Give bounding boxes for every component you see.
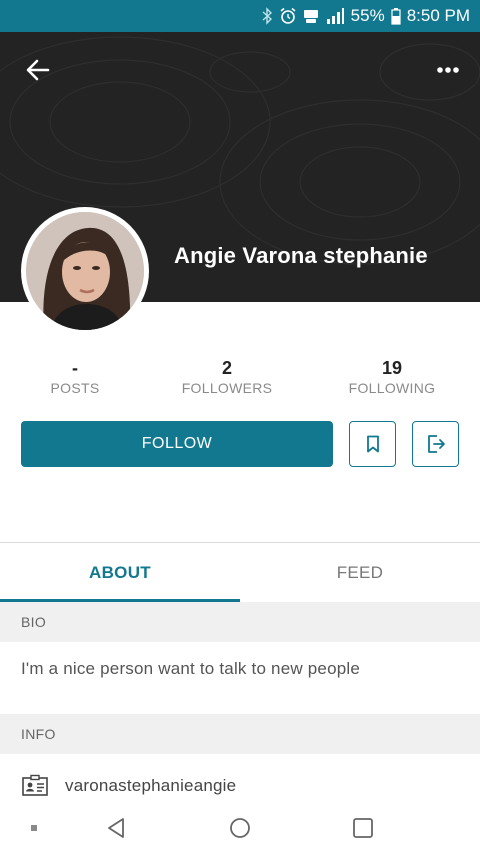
more-options-button[interactable]: [432, 54, 464, 86]
share-exit-icon: [427, 435, 445, 453]
battery-percent: 55%: [350, 6, 385, 25]
alarm-icon: [279, 7, 297, 25]
tab-feed[interactable]: FEED: [240, 543, 480, 602]
stat-posts[interactable]: - POSTS: [5, 357, 145, 396]
more-horizontal-icon: [437, 67, 459, 73]
id-card-icon: [22, 774, 48, 796]
info-username: varonastephanieangie: [65, 776, 237, 795]
bio-text: I'm a nice person want to talk to new pe…: [21, 659, 361, 678]
back-triangle-icon: [108, 818, 124, 838]
battery-icon: [391, 7, 401, 25]
status-bar: 55% 8:50 PM: [0, 0, 480, 32]
follow-button[interactable]: FOLLOW: [21, 421, 333, 467]
nav-recents-button[interactable]: [343, 812, 383, 844]
menu-dot-icon: [31, 825, 37, 831]
arrow-left-icon: [26, 59, 50, 81]
profile-stats: - POSTS 2 FOLLOWERS 19 FOLLOWING: [0, 357, 480, 401]
home-circle-icon: [230, 818, 250, 838]
stat-label: POSTS: [50, 380, 100, 396]
avatar[interactable]: [21, 207, 149, 335]
bookmark-icon: [366, 435, 379, 453]
stat-value: -: [72, 358, 78, 378]
info-section-header: INFO: [0, 714, 480, 754]
share-button[interactable]: [412, 421, 459, 467]
stat-label: FOLLOWING: [348, 380, 436, 396]
stat-following[interactable]: 19 FOLLOWING: [322, 357, 462, 396]
profile-tabs: ABOUT FEED: [0, 543, 480, 602]
bio-section-header: BIO: [0, 602, 480, 642]
profile-name: Angie Varona stephanie: [174, 243, 428, 268]
clock: 8:50 PM: [406, 6, 470, 25]
recents-square-icon: [353, 818, 373, 838]
info-username-row: varonastephanieangie: [21, 774, 236, 798]
bookmark-button[interactable]: [349, 421, 396, 467]
signal-icon: [325, 7, 345, 25]
stat-value: 2: [221, 358, 232, 378]
lte-icon: [303, 7, 319, 25]
stat-label: FOLLOWERS: [181, 380, 273, 396]
nav-back-button[interactable]: [96, 812, 136, 844]
stat-followers[interactable]: 2 FOLLOWERS: [157, 357, 297, 396]
system-nav-bar: [0, 804, 480, 852]
nav-home-button[interactable]: [220, 812, 260, 844]
back-button[interactable]: [22, 54, 54, 86]
stat-value: 19: [381, 358, 403, 378]
avatar-photo: [26, 212, 144, 330]
menu-dot-button[interactable]: [14, 812, 54, 844]
bluetooth-icon: [261, 7, 273, 25]
tab-about[interactable]: ABOUT: [0, 543, 240, 602]
